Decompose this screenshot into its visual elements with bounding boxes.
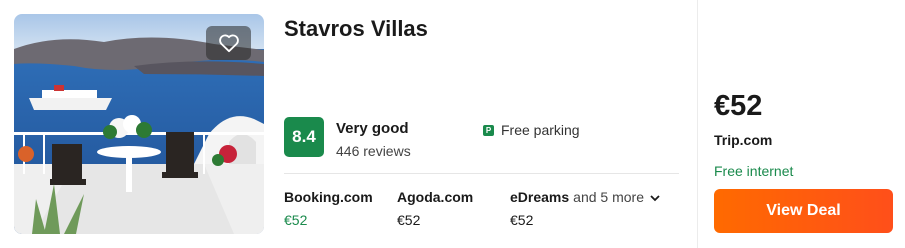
provider-name: Booking.com <box>284 189 373 205</box>
more-providers-link[interactable]: and 5 more <box>573 189 644 205</box>
provider-name: Agoda.com <box>397 189 474 205</box>
provider-price: €52 <box>284 212 308 228</box>
favorite-button[interactable] <box>206 26 251 60</box>
hotel-result-card: Stavros Villas 8.4 Very good 446 reviews… <box>0 0 905 248</box>
amenity-label: Free parking <box>501 122 580 138</box>
amenity-free-parking: P Free parking <box>483 122 580 138</box>
vertical-divider <box>697 0 698 248</box>
rating-label: Very good <box>336 120 409 137</box>
view-deal-button[interactable]: View Deal <box>714 189 893 233</box>
provider-agoda[interactable]: Agoda.com €52 <box>397 189 473 228</box>
parking-icon: P <box>483 124 494 136</box>
provider-edreams[interactable]: eDreams and 5 more €52 <box>510 189 660 228</box>
deal-perk: Free internet <box>714 163 794 179</box>
heart-icon <box>218 34 239 53</box>
deal-site: Trip.com <box>714 132 773 148</box>
provider-price: €52 <box>397 212 421 228</box>
review-count[interactable]: 446 reviews <box>336 143 411 159</box>
hotel-name[interactable]: Stavros Villas <box>284 16 428 42</box>
chevron-down-icon[interactable] <box>650 195 660 202</box>
provider-name: eDreams <box>510 189 570 205</box>
rating-badge: 8.4 <box>284 117 324 157</box>
divider <box>284 173 679 174</box>
provider-booking[interactable]: Booking.com €52 <box>284 189 373 228</box>
provider-price: €52 <box>510 212 534 228</box>
deal-price: €52 <box>714 90 763 122</box>
provider-name-row: eDreams and 5 more <box>510 189 660 205</box>
